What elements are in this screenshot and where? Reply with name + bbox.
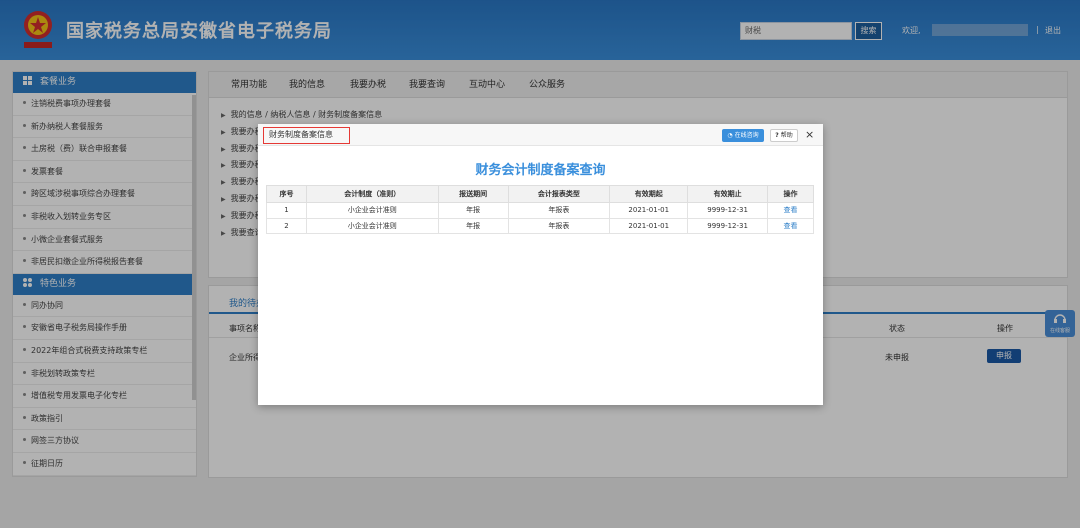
question-icon: ? [775, 132, 779, 139]
cell-seq: 2 [266, 217, 307, 234]
cell-report-type: 年报表 [507, 217, 611, 234]
cell-seq: 1 [266, 202, 307, 219]
cell-period: 年报 [437, 217, 509, 234]
consult-label: 在线咨询 [734, 132, 759, 139]
cell-valid-to: 9999-12-31 [687, 202, 769, 219]
help-button[interactable]: ? 帮助 [770, 129, 798, 142]
cell-valid-to: 9999-12-31 [687, 217, 769, 234]
modal-heading: 财务会计制度备案查询 [475, 163, 606, 178]
help-label: 帮助 [780, 132, 793, 139]
cell-accounting-system: 小企业会计准则 [305, 202, 439, 219]
view-link[interactable]: 查看 [767, 202, 814, 219]
col-period: 报送期间 [437, 185, 509, 203]
modal-title: 财务制度备案信息 [263, 127, 350, 144]
col-seq: 序号 [266, 185, 307, 203]
cell-valid-from: 2021-01-01 [609, 202, 689, 219]
cell-valid-from: 2021-01-01 [609, 217, 689, 234]
table-header-row: 序号 会计制度（准则） 报送期间 会计报表类型 有效期起 有效期止 操作 [266, 185, 814, 203]
col-valid-from: 有效期起 [609, 185, 689, 203]
cell-report-type: 年报表 [507, 202, 611, 219]
cell-accounting-system: 小企业会计准则 [305, 217, 439, 234]
col-valid-to: 有效期止 [687, 185, 769, 203]
table-row: 1 小企业会计准则 年报 年报表 2021-01-01 9999-12-31 查… [266, 202, 814, 219]
close-icon[interactable]: × [805, 128, 814, 141]
cell-period: 年报 [437, 202, 509, 219]
financial-system-modal: 财务制度备案信息 ◔ 在线咨询 ? 帮助 × 财务会计制度备案查询 序号 会计制… [258, 124, 823, 405]
col-report-type: 会计报表类型 [507, 185, 611, 203]
view-link[interactable]: 查看 [767, 217, 814, 234]
records-table: 序号 会计制度（准则） 报送期间 会计报表类型 有效期起 有效期止 操作 1 小… [266, 185, 814, 234]
col-action: 操作 [767, 185, 814, 203]
col-accounting-system: 会计制度（准则） [305, 185, 439, 203]
headset-icon: ◔ [727, 132, 733, 139]
modal-header: 财务制度备案信息 ◔ 在线咨询 ? 帮助 × [258, 124, 823, 146]
table-row: 2 小企业会计准则 年报 年报表 2021-01-01 9999-12-31 查… [266, 217, 814, 234]
online-consult-button[interactable]: ◔ 在线咨询 [722, 129, 764, 142]
